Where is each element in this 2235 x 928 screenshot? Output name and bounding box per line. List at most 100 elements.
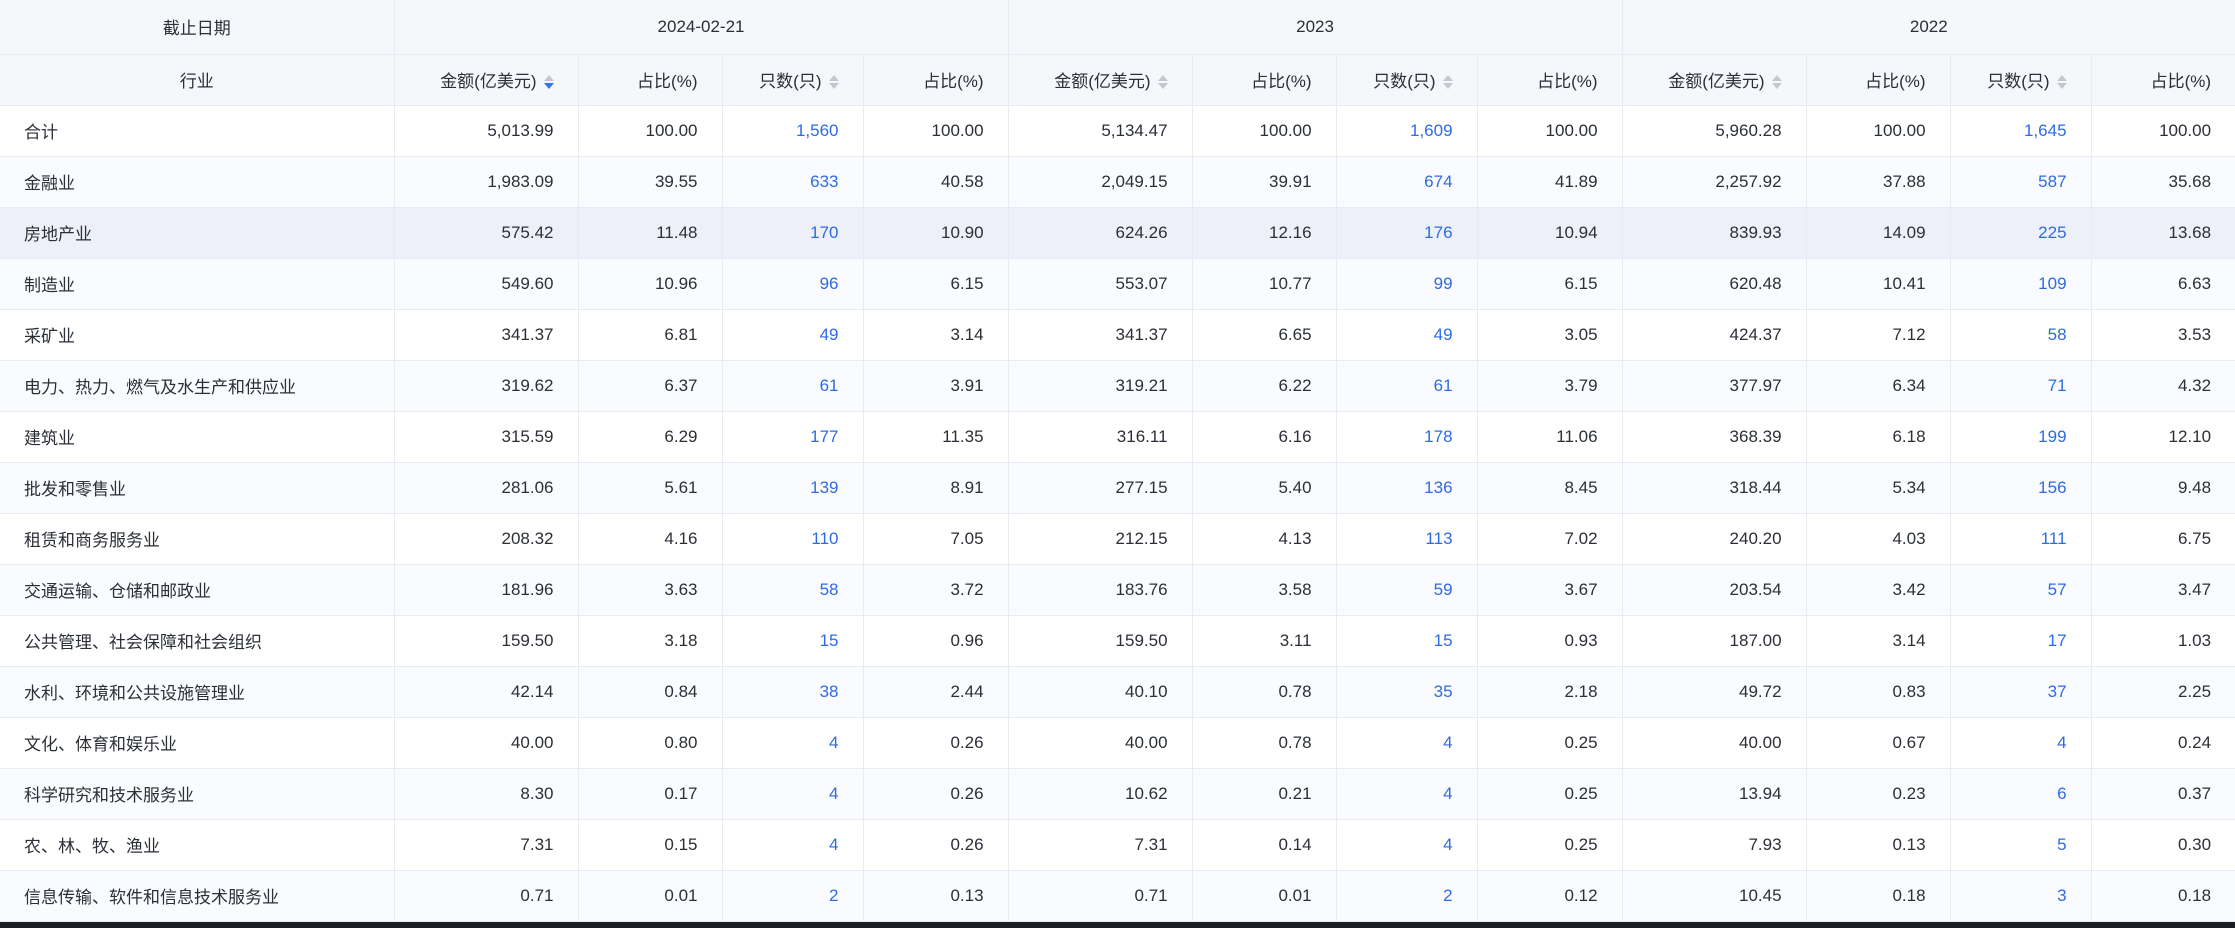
count-cell: 110	[722, 513, 864, 565]
count-link[interactable]: 176	[1424, 223, 1452, 242]
count-link[interactable]: 139	[810, 478, 838, 497]
count-link[interactable]: 17	[2048, 631, 2067, 650]
date-group-row: 截止日期 2024-02-21 2023 2022	[0, 0, 2235, 55]
share-cell: 0.96	[863, 615, 1009, 667]
amount-cell: 42.14	[394, 666, 579, 718]
count-link[interactable]: 35	[1434, 682, 1453, 701]
sort-caret-down-icon	[1157, 82, 1168, 89]
count-link[interactable]: 57	[2048, 580, 2067, 599]
industry-cell: 水利、环境和公共设施管理业	[0, 666, 395, 718]
count-link[interactable]: 1,609	[1410, 121, 1453, 140]
count-link[interactable]: 1,645	[2024, 121, 2067, 140]
count-link[interactable]: 156	[2038, 478, 2066, 497]
sort-header-amount-2022[interactable]: 金额(亿美元)	[1622, 54, 1807, 106]
amount-cell: 5,134.47	[1008, 105, 1193, 157]
count-link[interactable]: 15	[820, 631, 839, 650]
count-link[interactable]: 170	[810, 223, 838, 242]
share-cell: 4.03	[1806, 513, 1951, 565]
sort-header-amount-2024[interactable]: 金额(亿美元)	[394, 54, 579, 106]
count-link[interactable]: 4	[1443, 733, 1452, 752]
count-link[interactable]: 136	[1424, 478, 1452, 497]
column-header-share-2024: 占比(%)	[578, 54, 723, 106]
count-cell: 99	[1336, 258, 1478, 310]
share-cell: 4.13	[1192, 513, 1337, 565]
count-link[interactable]: 38	[820, 682, 839, 701]
count-link[interactable]: 59	[1434, 580, 1453, 599]
count-link[interactable]: 4	[829, 784, 838, 803]
count-cell: 58	[722, 564, 864, 616]
count-link[interactable]: 71	[2048, 376, 2067, 395]
count-link[interactable]: 4	[829, 835, 838, 854]
count-cell: 4	[1336, 768, 1478, 820]
table-row: 租赁和商务服务业 208.32 4.16 110 7.05 212.15 4.13 113 7.…	[0, 513, 2235, 565]
count-link[interactable]: 61	[1434, 376, 1453, 395]
count-link[interactable]: 3	[2057, 886, 2066, 905]
count-link[interactable]: 49	[820, 325, 839, 344]
count-link[interactable]: 5	[2057, 835, 2066, 854]
table-row: 交通运输、仓储和邮政业 181.96 3.63 58 3.72 183.76 3.58 59 3…	[0, 564, 2235, 616]
count-cell: 49	[722, 309, 864, 361]
sort-control	[1771, 74, 1782, 89]
industry-cell: 公共管理、社会保障和社会组织	[0, 615, 395, 667]
count-link[interactable]: 4	[829, 733, 838, 752]
count-cell: 177	[722, 411, 864, 463]
count-cell: 4	[722, 768, 864, 820]
count-link[interactable]: 2	[829, 886, 838, 905]
count-link[interactable]: 113	[1425, 529, 1452, 548]
count-link[interactable]: 178	[1424, 427, 1452, 446]
table-row: 水利、环境和公共设施管理业 42.14 0.84 38 2.44 40.10 0.78 35 2…	[0, 666, 2235, 718]
count-link[interactable]: 58	[820, 580, 839, 599]
amount-cell: 10.45	[1622, 870, 1807, 922]
count-link[interactable]: 49	[1434, 325, 1453, 344]
share-cell: 3.47	[2091, 564, 2235, 616]
count-link[interactable]: 61	[820, 376, 839, 395]
sort-caret-up-icon	[1157, 74, 1168, 81]
count-link[interactable]: 4	[2057, 733, 2066, 752]
industry-cell: 文化、体育和娱乐业	[0, 717, 395, 769]
count-link[interactable]: 6	[2057, 784, 2066, 803]
count-link[interactable]: 109	[2038, 274, 2066, 293]
sort-header-count-2022[interactable]: 只数(只)	[1950, 54, 2092, 106]
count-link[interactable]: 674	[1424, 172, 1452, 191]
count-link[interactable]: 58	[2048, 325, 2067, 344]
amount-cell: 159.50	[394, 615, 579, 667]
sort-header-count-2024[interactable]: 只数(只)	[722, 54, 864, 106]
table-row: 批发和零售业 281.06 5.61 139 8.91 277.15 5.40 136 8.45…	[0, 462, 2235, 514]
count-link[interactable]: 225	[2038, 223, 2066, 242]
count-link[interactable]: 177	[810, 427, 838, 446]
table-row: 公共管理、社会保障和社会组织 159.50 3.18 15 0.96 159.50 3.11…	[0, 615, 2235, 667]
sort-control	[828, 74, 839, 89]
count-cell: 225	[1950, 207, 2092, 259]
count-link[interactable]: 4	[1443, 784, 1452, 803]
count-link[interactable]: 4	[1443, 835, 1452, 854]
industry-cell: 制造业	[0, 258, 395, 310]
share-cell: 0.37	[2091, 768, 2235, 820]
sort-header-amount-2023[interactable]: 金额(亿美元)	[1008, 54, 1193, 106]
count-link[interactable]: 587	[2038, 172, 2066, 191]
count-link[interactable]: 15	[1434, 631, 1453, 650]
count-link[interactable]: 110	[811, 529, 838, 548]
amount-cell: 8.30	[394, 768, 579, 820]
table-row: 农、林、牧、渔业 7.31 0.15 4 0.26 7.31 0.14 4 0.25 7.93 0.…	[0, 819, 2235, 871]
amount-cell: 0.71	[1008, 870, 1193, 922]
count-link[interactable]: 99	[1434, 274, 1453, 293]
count-link[interactable]: 96	[820, 274, 839, 293]
count-link[interactable]: 199	[2038, 427, 2066, 446]
share-cell: 6.63	[2091, 258, 2235, 310]
count-cell: 58	[1950, 309, 2092, 361]
count-cell: 6	[1950, 768, 2092, 820]
sort-header-count-2023[interactable]: 只数(只)	[1336, 54, 1478, 106]
count-link[interactable]: 111	[2041, 529, 2067, 548]
count-link[interactable]: 2	[1443, 886, 1452, 905]
amount-cell: 281.06	[394, 462, 579, 514]
count-cell: 111	[1950, 513, 2092, 565]
count-link[interactable]: 37	[2048, 682, 2067, 701]
share-cell: 0.25	[1477, 717, 1623, 769]
share-cell: 10.94	[1477, 207, 1623, 259]
amount-cell: 377.97	[1622, 360, 1807, 412]
count-link[interactable]: 633	[810, 172, 838, 191]
column-header-share2-2024: 占比(%)	[863, 54, 1009, 106]
share-cell: 3.11	[1192, 615, 1337, 667]
share-cell: 0.26	[863, 819, 1009, 871]
count-link[interactable]: 1,560	[796, 121, 839, 140]
